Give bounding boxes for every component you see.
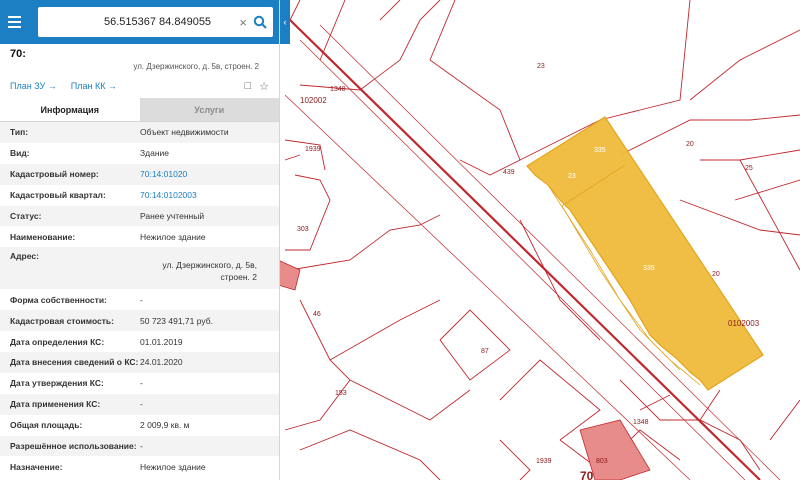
attribute-row: Форма собственности: - (0, 289, 279, 310)
object-header: 70: ул. Дзержинского, д. 5в, строен. 2 (0, 44, 279, 74)
plan-kk-link[interactable]: План КК → (71, 81, 117, 91)
map-label: 70 (580, 469, 594, 480)
map-label: 335 (643, 265, 655, 272)
attribute-label: Назначение: (10, 461, 63, 472)
tab-info[interactable]: Информация (0, 98, 140, 121)
map-label: 1939 (305, 146, 321, 153)
collapse-panel-button[interactable]: ‹ (280, 0, 290, 44)
map-label: 1348 (633, 419, 649, 426)
attribute-value: 01.01.2019 (140, 336, 183, 347)
attribute-label: Дата определения КС: (10, 336, 105, 347)
star-icon[interactable]: ☆ (259, 80, 269, 93)
map-search-icon[interactable]: □ (244, 80, 251, 93)
attribute-label: Общая площадь: (10, 420, 83, 431)
map-label: 153 (335, 390, 347, 397)
attribute-row: Назначение: Нежилое здание (0, 456, 279, 477)
attribute-label: Кадастровая стоимость: (10, 315, 114, 326)
attribute-row: Тип: Объект недвижимости (0, 122, 279, 143)
attribute-value: Нежилое здание (140, 461, 206, 472)
attribute-row: Дата применения КС: - (0, 393, 279, 415)
map-label: 439 (503, 169, 515, 176)
attribute-value: 24.01.2020 (140, 357, 183, 368)
map-label: 1348 (330, 86, 346, 93)
attribute-row: Статус: Ранее учтенный (0, 205, 279, 227)
map-label: 335 (594, 147, 606, 154)
attribute-label: Дата внесения сведений о КС: (10, 357, 139, 368)
plan-zu-link[interactable]: План ЗУ → (10, 81, 57, 91)
map-label: 20 (686, 141, 694, 148)
attribute-value: ул. Дзержинского, д. 5в, строен. 2 (162, 260, 257, 283)
search-bar: ОКС ⌄ 56.515367 84.849055 × (0, 0, 279, 44)
attribute-label: Кадастровый квартал: (10, 190, 106, 201)
attribute-row: Кадастровый квартал: 70:14:0102003 (0, 185, 279, 206)
attribute-value: - (140, 294, 143, 305)
attribute-value: Здание (140, 148, 169, 159)
attribute-row: Кадастровый номер: 70:14:01020 (0, 163, 279, 185)
chevron-down-icon: ⌄ (88, 16, 96, 27)
attribute-row: Дата утверждения КС: - (0, 373, 279, 394)
attribute-label: Кадастровый номер: (10, 169, 99, 180)
map-label: 0102003 (728, 319, 760, 328)
attribute-value: - (140, 441, 143, 452)
attribute-label: Вид: (10, 148, 30, 159)
search-type-label: ОКС (38, 16, 61, 28)
attribute-value: Нежилое здание (140, 231, 206, 242)
object-address: ул. Дзержинского, д. 5в, строен. 2 (133, 62, 259, 71)
close-icon[interactable]: × (239, 15, 247, 30)
tabs: Информация Услуги (0, 98, 279, 122)
attribute-value: 2 009,9 кв. м (140, 420, 190, 431)
attribute-link[interactable]: 70:14:01020 (140, 169, 269, 179)
map-label: 87 (481, 348, 489, 355)
attribute-label: Статус: (10, 211, 42, 221)
attribute-label: Дата утверждения КС: (10, 378, 104, 389)
attribute-row: Дата внесения сведений о КС: 24.01.2020 (0, 352, 279, 373)
attribute-row: Кадастровая стоимость: 50 723 491,71 руб. (0, 310, 279, 332)
map-label: 25 (745, 165, 753, 172)
attribute-label: Наименование: (10, 231, 76, 242)
attribute-row: Адрес: ул. Дзержинского, д. 5в, строен. 2 (0, 247, 279, 290)
menu-icon[interactable] (8, 16, 26, 28)
attribute-row: Дата определения КС: 01.01.2019 (0, 331, 279, 352)
search-box[interactable]: ОКС ⌄ 56.515367 84.849055 × (38, 7, 273, 37)
chevron-left-icon: ‹ (283, 17, 287, 27)
search-input[interactable]: 56.515367 84.849055 (104, 16, 233, 28)
attribute-row: Наименование: Нежилое здание (0, 226, 279, 247)
attribute-link[interactable]: 70:14:0102003 (140, 190, 269, 200)
search-icon[interactable] (253, 15, 267, 29)
attribute-label: Разрешённое использование: (10, 441, 137, 452)
map-label: 102002 (300, 96, 327, 105)
plan-links: План ЗУ → План КК → □ ☆ (0, 74, 279, 98)
map-label: 20 (712, 271, 720, 278)
attribute-row: Общая площадь: 2 009,9 кв. м (0, 415, 279, 436)
attribute-label: Адрес: (10, 251, 39, 262)
tab-services[interactable]: Услуги (139, 98, 279, 121)
attribute-value: - (140, 399, 143, 410)
attribute-row: Разрешённое использование: - (0, 435, 279, 457)
map-label: 1939 (536, 458, 552, 465)
attribute-value: 50 723 491,71 руб. (140, 315, 213, 326)
attribute-label: Тип: (10, 127, 29, 138)
attribute-value: Ранее учтенный (140, 211, 205, 221)
map-label: 303 (297, 226, 309, 233)
search-type-select[interactable]: ОКС ⌄ (38, 16, 104, 28)
map-label: 46 (313, 311, 321, 318)
map-label: 23 (537, 63, 545, 70)
attributes-table: Тип: Объект недвижимости Вид: Здание Кадастр… (0, 122, 279, 477)
attribute-label: Дата применения КС: (10, 399, 101, 410)
attribute-value: Объект недвижимости (140, 127, 229, 138)
map-label: 23 (568, 173, 576, 180)
object-number: 70: (10, 48, 26, 60)
attribute-value: - (140, 378, 143, 389)
map-label: 803 (596, 458, 608, 465)
attribute-label: Форма собственности: (10, 294, 107, 305)
attribute-row: Вид: Здание (0, 143, 279, 164)
info-panel: ОКС ⌄ 56.515367 84.849055 × 70: ул. Дзер… (0, 0, 280, 480)
